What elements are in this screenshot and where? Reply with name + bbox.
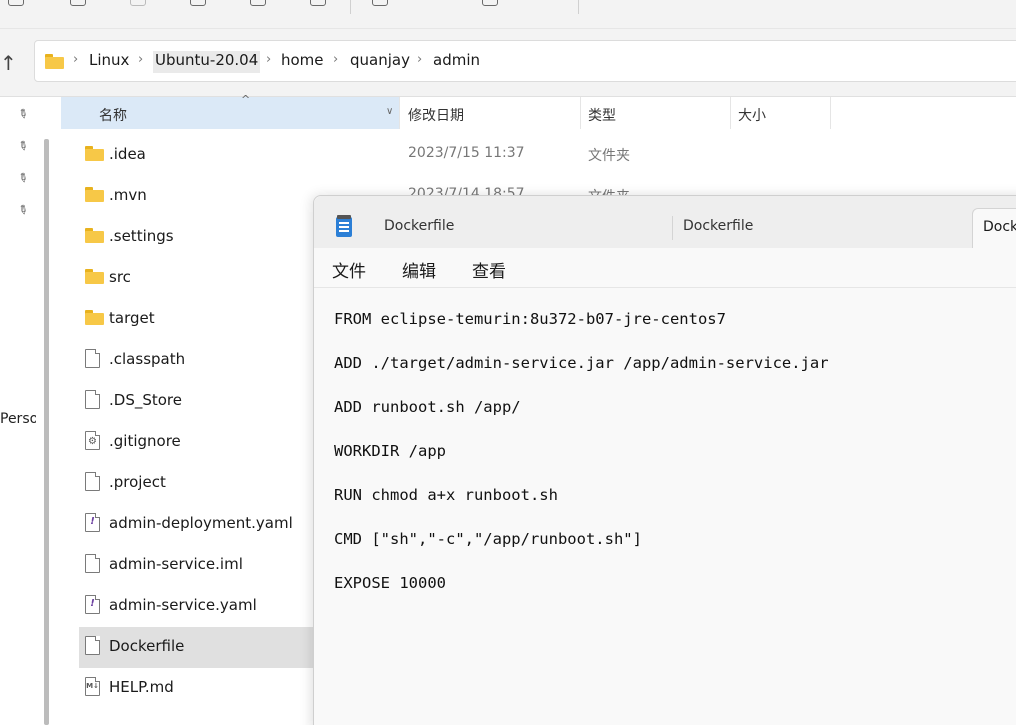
copy-icon[interactable] <box>70 0 86 6</box>
code-line: FROM eclipse-temurin:8u372-b07-jre-cento… <box>334 310 726 328</box>
rename-icon[interactable] <box>190 0 206 6</box>
column-header: 名称 ^ ∨ 修改日期 类型 大小 <box>57 93 1016 129</box>
file-row[interactable]: .idea 2023/7/15 11:37 文件夹 <box>79 135 979 176</box>
folder-icon <box>85 228 104 243</box>
paste-icon[interactable] <box>130 0 146 6</box>
chevron-right-icon: › <box>73 52 79 67</box>
file-name: .DS_Store <box>109 391 182 409</box>
folder-icon <box>85 187 104 202</box>
file-name: admin-service.yaml <box>109 596 257 614</box>
file-row[interactable]: Dockerfile <box>79 627 319 668</box>
pin-icon[interactable]: ✎ <box>15 201 31 218</box>
cut-icon[interactable] <box>8 0 24 6</box>
column-date-header[interactable]: 修改日期 <box>408 105 464 125</box>
breadcrumb-ubuntu[interactable]: Ubuntu-20.04 <box>153 51 261 73</box>
file-icon <box>85 349 100 370</box>
settings-file-icon: ⚙ <box>85 431 100 452</box>
column-divider[interactable] <box>730 97 731 129</box>
column-divider[interactable] <box>830 97 831 129</box>
file-icon <box>85 636 100 657</box>
file-name: admin-service.iml <box>109 555 243 573</box>
toolbar-divider <box>350 0 351 14</box>
tab-label: Dock <box>983 219 1016 235</box>
chevron-down-icon[interactable]: ∨ <box>386 106 393 117</box>
breadcrumb-home[interactable]: home <box>281 51 324 69</box>
file-name: target <box>109 309 155 327</box>
yaml-file-icon: ! <box>85 513 100 534</box>
chevron-right-icon: › <box>417 52 423 67</box>
breadcrumb-linux[interactable]: Linux <box>89 51 129 69</box>
navigation-pane: ✎ ✎ ✎ ✎ Perso <box>0 97 57 725</box>
notepad-menubar: 文件 编辑 查看 <box>314 248 1016 288</box>
column-name-header[interactable]: 名称 ^ ∨ <box>61 93 399 129</box>
tab-dockerfile-active[interactable]: Dock <box>972 208 1016 248</box>
breadcrumb-admin[interactable]: admin <box>433 51 480 69</box>
chevron-right-icon: › <box>138 52 144 67</box>
menu-file[interactable]: 文件 <box>332 257 366 282</box>
address-row: ↑ › Linux › Ubuntu-20.04 › home › quanja… <box>0 29 1016 97</box>
file-name: .idea <box>109 145 146 163</box>
pin-icon[interactable]: ✎ <box>15 169 31 186</box>
file-date: 2023/7/15 11:37 <box>408 145 525 161</box>
menu-view[interactable]: 查看 <box>472 257 506 282</box>
column-size-header[interactable]: 大小 <box>738 105 766 125</box>
markdown-file-icon: M↓ <box>85 677 100 698</box>
file-name: .gitignore <box>109 432 181 450</box>
pin-icon[interactable]: ✎ <box>15 105 31 122</box>
file-icon <box>85 390 100 411</box>
yaml-file-icon: ! <box>85 595 100 616</box>
tab-dockerfile-2[interactable]: Dockerfile <box>683 218 753 234</box>
folder-icon <box>85 146 104 161</box>
file-icon <box>85 554 100 575</box>
delete-icon[interactable] <box>310 0 326 6</box>
address-bar[interactable]: › Linux › Ubuntu-20.04 › home › quanjay … <box>34 40 1016 82</box>
file-name: src <box>109 268 131 286</box>
explorer-toolbar <box>0 0 1016 29</box>
column-type-header[interactable]: 类型 <box>588 105 616 125</box>
file-type: 文件夹 <box>588 148 630 164</box>
file-icon <box>85 472 100 493</box>
view-icon[interactable] <box>482 0 498 6</box>
sort-ascending-icon: ^ <box>241 93 251 106</box>
file-name: admin-deployment.yaml <box>109 514 293 532</box>
column-divider[interactable] <box>580 97 581 129</box>
pin-icon[interactable]: ✎ <box>15 137 31 154</box>
code-line: EXPOSE 10000 <box>334 574 446 592</box>
file-name: HELP.md <box>109 678 174 696</box>
file-name: .mvn <box>109 186 147 204</box>
file-name: .project <box>109 473 166 491</box>
code-line: RUN chmod a+x runboot.sh <box>334 486 558 504</box>
sort-icon[interactable] <box>372 0 388 6</box>
column-name-label: 名称 <box>99 108 127 124</box>
code-line: ADD ./target/admin-service.jar /app/admi… <box>334 354 829 372</box>
up-arrow-icon[interactable]: ↑ <box>0 51 17 75</box>
folder-icon <box>85 310 104 325</box>
code-line: WORKDIR /app <box>334 442 446 460</box>
notepad-app-icon <box>336 215 352 237</box>
code-line: ADD runboot.sh /app/ <box>334 398 521 416</box>
file-name: .settings <box>109 227 174 245</box>
file-name: .classpath <box>109 350 186 368</box>
chevron-right-icon: › <box>333 52 339 67</box>
notepad-window: Dockerfile Dockerfile Dock 文件 编辑 查看 FROM… <box>313 195 1016 725</box>
nav-item-personal[interactable]: Perso <box>0 411 36 427</box>
folder-icon <box>85 269 104 284</box>
column-divider[interactable] <box>399 97 400 129</box>
nav-scrollbar[interactable] <box>44 139 49 725</box>
menu-edit[interactable]: 编辑 <box>402 257 436 282</box>
chevron-right-icon: › <box>266 52 272 67</box>
breadcrumb-quanjay[interactable]: quanjay <box>350 51 410 69</box>
code-line: CMD ["sh","-c","/app/runboot.sh"] <box>334 530 642 548</box>
share-icon[interactable] <box>250 0 266 6</box>
notepad-titlebar[interactable]: Dockerfile Dockerfile Dock <box>314 196 1016 248</box>
tab-dockerfile-1[interactable]: Dockerfile <box>384 218 454 234</box>
folder-icon <box>45 54 65 69</box>
toolbar-divider <box>578 0 579 14</box>
file-name: Dockerfile <box>109 637 185 655</box>
notepad-text-editor[interactable]: FROM eclipse-temurin:8u372-b07-jre-cento… <box>314 289 1016 725</box>
tab-divider <box>672 216 673 240</box>
